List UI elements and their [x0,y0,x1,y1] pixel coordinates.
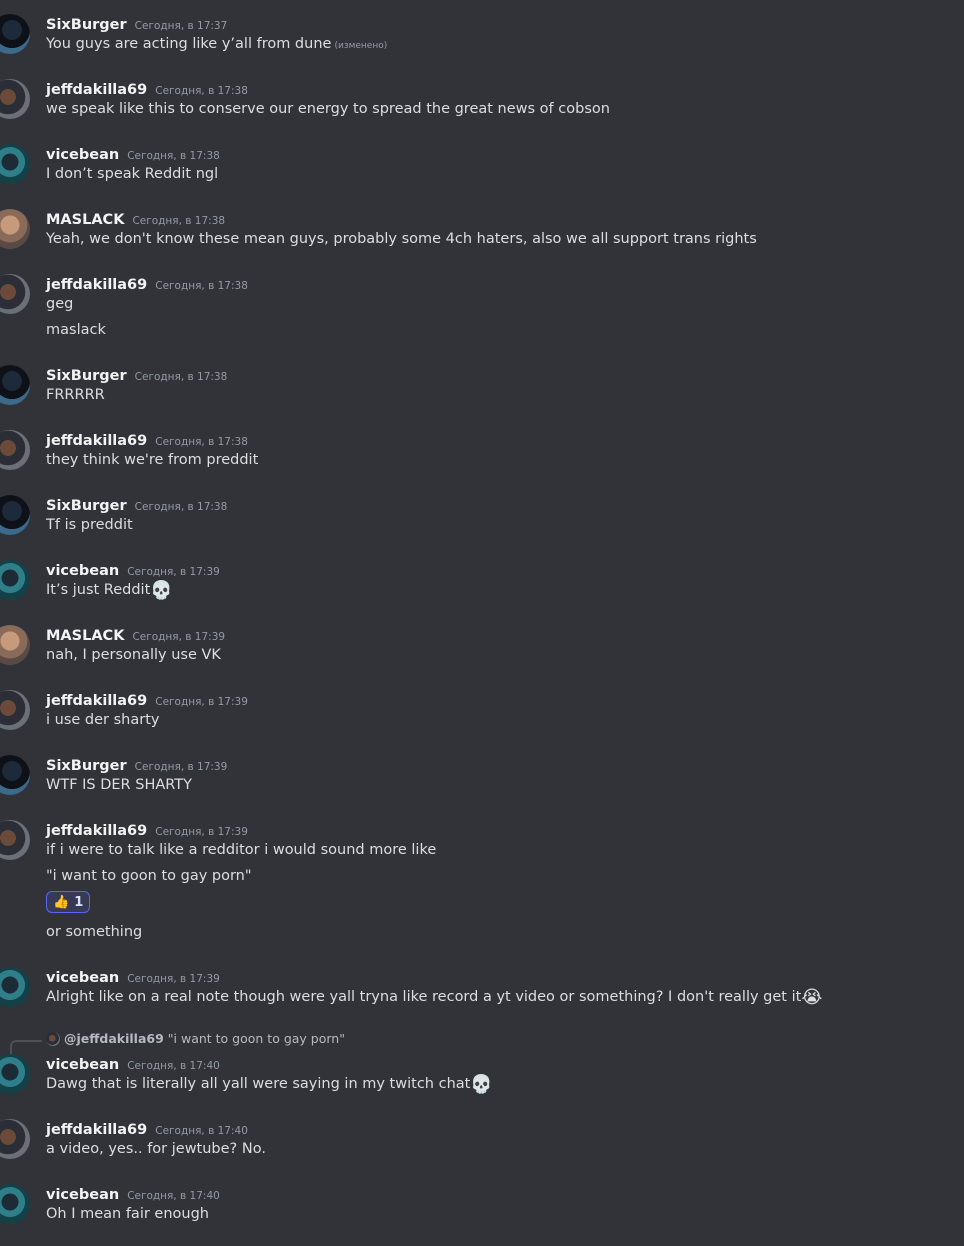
message-text: "i want to goon to gay porn" [46,868,252,884]
message-timestamp: Сегодня, в 17:37 [134,20,228,32]
message-text: You guys are acting like y’all from dune… [46,36,388,52]
message-timestamp: Сегодня, в 17:38 [134,371,228,383]
reply-mention[interactable]: @jeffdakilla69 [64,1031,164,1046]
reaction-count: 1 [74,894,84,910]
reply-text: "i want to goon to gay porn" [167,1031,345,1046]
author-name[interactable]: jeffdakilla69 [46,693,147,709]
author-name[interactable]: vicebean [46,970,119,986]
author-name[interactable]: vicebean [46,1187,119,1203]
message-text: they think we're from preddit [46,452,259,468]
message-text: Tf is preddit [46,517,133,533]
message-timestamp: Сегодня, в 17:38 [155,436,248,448]
message-text: Oh I mean fair enough [46,1206,209,1222]
user-avatar[interactable] [0,365,30,405]
crying-emoji-icon: 😭 [801,987,823,1008]
thumbs-up-icon: 👍 [53,894,70,910]
user-avatar[interactable] [0,1119,30,1159]
user-avatar[interactable] [0,560,30,600]
message-text: we speak like this to conserve our energ… [46,101,610,117]
author-name[interactable]: jeffdakilla69 [46,1122,147,1138]
message-timestamp: Сегодня, в 17:40 [155,1125,248,1137]
message-text: It’s just Reddit💀 [46,580,173,601]
skull-emoji-icon: 💀 [150,580,173,601]
message-text: a video, yes.. for jewtube? No. [46,1141,266,1157]
user-avatar[interactable] [0,495,30,535]
author-name[interactable]: vicebean [46,563,119,579]
message-text: i use der sharty [46,712,160,728]
message-timestamp: Сегодня, в 17:40 [127,1060,220,1072]
message-text: maslack [46,322,106,338]
message-text: or something [46,924,143,940]
message-text: nah, I personally use VK [46,647,221,663]
message-timestamp: Сегодня, в 17:39 [132,631,226,643]
user-avatar[interactable] [0,755,30,795]
skull-emoji-icon: 💀 [470,1074,493,1095]
user-avatar[interactable] [0,144,30,184]
author-name[interactable]: MASLACK [46,628,124,644]
user-avatar[interactable] [0,1184,30,1224]
message-timestamp: Сегодня, в 17:38 [134,501,228,513]
author-name[interactable]: jeffdakilla69 [46,277,147,293]
reply-preview[interactable]: @jeffdakilla69 "i want to goon to gay po… [46,1031,345,1046]
message-timestamp: Сегодня, в 17:38 [132,215,226,227]
message-text: if i were to talk like a redditor i woul… [46,842,437,858]
author-name[interactable]: SixBurger [46,758,127,774]
reply-avatar [46,1031,60,1046]
message-text: WTF IS DER SHARTY [46,777,193,793]
message-timestamp: Сегодня, в 17:38 [155,85,248,97]
message-timestamp: Сегодня, в 17:39 [155,826,248,838]
message-timestamp: Сегодня, в 17:39 [127,566,220,578]
user-avatar[interactable] [0,690,30,730]
message-text: geg [46,296,74,312]
user-avatar[interactable] [0,1054,30,1094]
message-text: Yeah, we don't know these mean guys, pro… [46,231,757,247]
author-name[interactable]: MASLACK [46,212,124,228]
edited-label: (изменено) [334,41,388,51]
author-name[interactable]: vicebean [46,147,119,163]
author-name[interactable]: SixBurger [46,17,127,33]
author-name[interactable]: jeffdakilla69 [46,82,147,98]
author-name[interactable]: SixBurger [46,368,127,384]
message-timestamp: Сегодня, в 17:39 [134,761,228,773]
message-text: Dawg that is literally all yall were say… [46,1074,493,1095]
author-name[interactable]: vicebean [46,1057,119,1073]
message-text: Alright like on a real note though were … [46,987,823,1008]
author-name[interactable]: jeffdakilla69 [46,433,147,449]
message-timestamp: Сегодня, в 17:39 [127,973,220,985]
reply-connector [10,1040,42,1054]
author-name[interactable]: SixBurger [46,498,127,514]
user-avatar[interactable] [0,209,30,249]
message-timestamp: Сегодня, в 17:38 [155,280,248,292]
user-avatar[interactable] [0,430,30,470]
user-avatar[interactable] [0,820,30,860]
user-avatar[interactable] [0,274,30,314]
message-text: FRRRRR [46,387,105,403]
message-timestamp: Сегодня, в 17:40 [127,1190,220,1202]
message-text: I don’t speak Reddit ngl [46,166,219,182]
message-timestamp: Сегодня, в 17:39 [155,696,248,708]
user-avatar[interactable] [0,79,30,119]
author-name[interactable]: jeffdakilla69 [46,823,147,839]
user-avatar[interactable] [0,967,30,1007]
user-avatar[interactable] [0,625,30,665]
user-avatar[interactable] [0,14,30,54]
message-timestamp: Сегодня, в 17:38 [127,150,220,162]
reaction-button[interactable]: 👍 1 [46,891,91,913]
